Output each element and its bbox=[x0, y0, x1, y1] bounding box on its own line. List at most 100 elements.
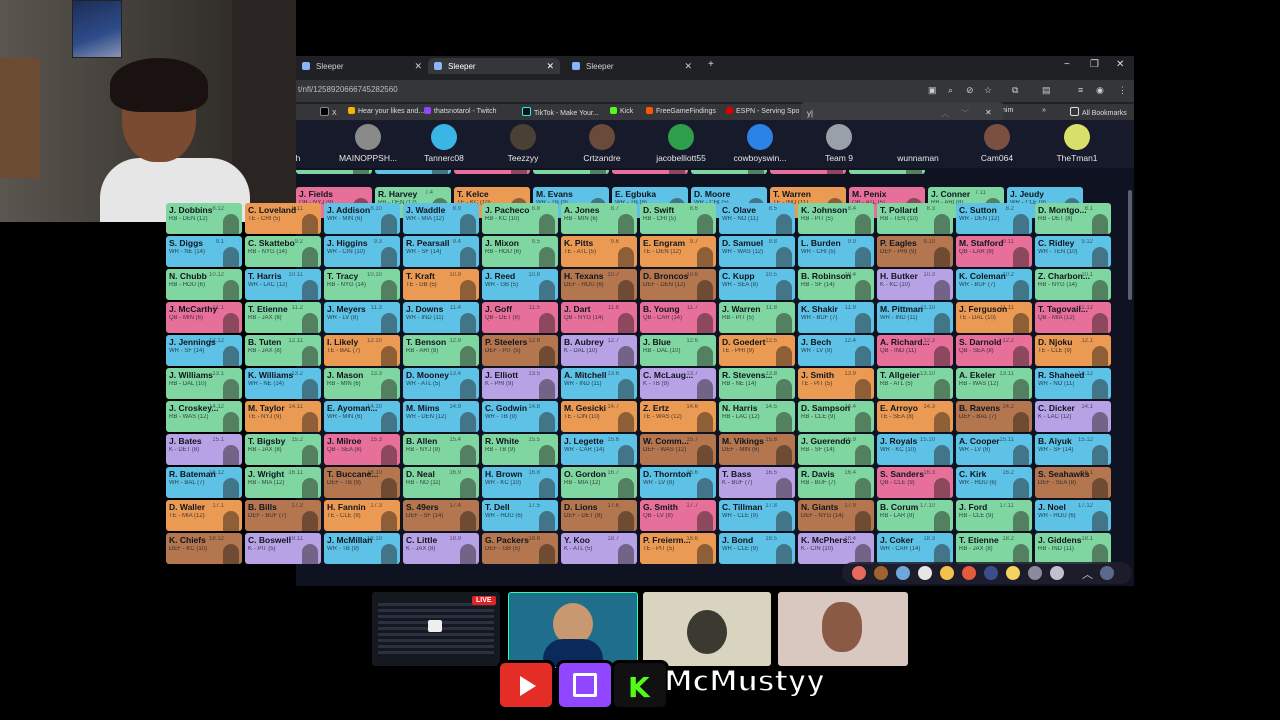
draft-pick-cell[interactable]: K. Coleman WR - BUF (7) 10.2 bbox=[956, 269, 1032, 300]
draft-pick-cell[interactable]: RB - PHI (9) bbox=[691, 170, 767, 174]
team-column-header[interactable]: Tannerc08 bbox=[404, 124, 484, 163]
draft-pick-cell[interactable]: D. Montgo... RB - DET (8) 8.1 bbox=[1035, 203, 1111, 234]
draft-pick-cell[interactable]: O. Gordon RB - MIA (12) 16.7 bbox=[561, 467, 637, 498]
reaction-emoji-icon[interactable] bbox=[984, 566, 998, 580]
draft-pick-cell[interactable]: C. Godwin WR - TB (9) 14.8 bbox=[482, 401, 558, 432]
draft-pick-cell[interactable]: T. Benson RB - ARI (8) 12.9 bbox=[403, 335, 479, 366]
draft-pick-cell[interactable]: C. Tillman WR - CLE (9) 17.8 bbox=[719, 500, 795, 531]
draft-pick-cell[interactable]: M. Gesicki TE - CIN (10) 14.7 bbox=[561, 401, 637, 432]
draft-pick-cell[interactable]: J. Smith TE - PIT (5) 13.9 bbox=[798, 368, 874, 399]
draft-pick-cell[interactable]: J. Wright RB - MIA (12) 16.11 bbox=[245, 467, 321, 498]
draft-pick-cell[interactable]: J. Higgins WR - CIN (10) 9.3 bbox=[324, 236, 400, 267]
reaction-emoji-icon[interactable] bbox=[1100, 566, 1114, 580]
draft-pick-cell[interactable]: N. Harris RB - LAC (12) 14.5 bbox=[719, 401, 795, 432]
draft-pick-cell[interactable]: K. Williams WR - NE (14) 13.2 bbox=[245, 368, 321, 399]
draft-pick-cell[interactable]: L. Burden WR - CHI (5) 9.9 bbox=[798, 236, 874, 267]
draft-pick-cell[interactable]: J. Milroe QB - SEA (8) 15.3 bbox=[324, 434, 400, 465]
draft-pick-cell[interactable]: R. Bateman WR - BAL (7) 16.12 bbox=[166, 467, 242, 498]
draft-pick-cell[interactable]: G. Packers DEF - GB (5) 18.8 bbox=[482, 533, 558, 564]
draft-pick-cell[interactable]: B. Aubrey K - DAL (10) 12.7 bbox=[561, 335, 637, 366]
draft-pick-cell[interactable]: QB - SF (14) bbox=[454, 170, 530, 174]
draft-pick-cell[interactable]: S. 49ers DEF - SF (14) 17.4 bbox=[403, 500, 479, 531]
bookmark-kick[interactable]: Kick bbox=[610, 107, 633, 115]
url-text[interactable]: t/nfl/1258920666745282560 bbox=[298, 85, 398, 94]
draft-pick-cell[interactable]: J. Downs WR - IND (11) 11.4 bbox=[403, 302, 479, 333]
draft-pick-cell[interactable]: J. Waddle WR - MIA (12) 8.9 bbox=[403, 203, 479, 234]
draft-pick-cell[interactable]: T. Dell WR - HOU (6) 17.5 bbox=[482, 500, 558, 531]
draft-pick-cell[interactable]: J. Mixon RB - HOU (6) 9.5 bbox=[482, 236, 558, 267]
draft-pick-cell[interactable]: T. Bigsby RB - JAX (8) 15.2 bbox=[245, 434, 321, 465]
draft-pick-cell[interactable]: E. Ayoman... WR - MIN (6) 14.10 bbox=[324, 401, 400, 432]
draft-pick-cell[interactable]: J. McCarthy QB - MIN (6) 11.1 bbox=[166, 302, 242, 333]
draft-pick-cell[interactable]: S. Sanders QB - CLE (9) 16.3 bbox=[877, 467, 953, 498]
draft-pick-cell[interactable]: J. McMillan WR - TB (9) 18.10 bbox=[324, 533, 400, 564]
draft-pick-cell[interactable]: H. Texans DEF - HOU (6) 10.7 bbox=[561, 269, 637, 300]
bookmark-twitch[interactable]: thatsnotarol - Twitch bbox=[424, 107, 497, 115]
draft-pick-cell[interactable]: K. Johnson RB - PIT (5) 8.4 bbox=[798, 203, 874, 234]
draft-pick-cell[interactable]: B. Aiyuk WR - SF (14) 15.12 bbox=[1035, 434, 1111, 465]
draft-pick-cell[interactable]: J. Guerendo RB - SF (14) 15.9 bbox=[798, 434, 874, 465]
bookmark-overflow[interactable]: nim bbox=[1002, 107, 1013, 114]
participant-video-1[interactable] bbox=[508, 592, 638, 668]
tab-sleeper-2[interactable]: Sleeper ✕ bbox=[428, 58, 560, 74]
reactions-collapse-icon[interactable]: ︿ bbox=[1082, 566, 1096, 581]
draft-pick-cell[interactable]: C. Kupp WR - SEA (8) 10.5 bbox=[719, 269, 795, 300]
find-close-icon[interactable]: ✕ bbox=[985, 108, 992, 117]
close-tab-icon[interactable]: ✕ bbox=[546, 61, 554, 72]
draft-pick-cell[interactable]: J. Williams RB - DAL (10) 13.1 bbox=[166, 368, 242, 399]
team-column-header[interactable]: jacobelliott55 bbox=[641, 124, 721, 163]
draft-pick-cell[interactable]: J. Reed WR - GB (5) 10.8 bbox=[482, 269, 558, 300]
draft-pick-cell[interactable]: D. Neal RB - NO (11) 16.9 bbox=[403, 467, 479, 498]
team-column-header[interactable]: cowboyswin... bbox=[720, 124, 800, 163]
close-tab-icon[interactable]: ✕ bbox=[684, 61, 692, 72]
draft-pick-cell[interactable]: C. Loveland TE - CHI (5) 8.11 bbox=[245, 203, 321, 234]
draft-pick-cell[interactable]: D. Lions DEF - DET (8) 17.6 bbox=[561, 500, 637, 531]
close-window-icon[interactable]: ✕ bbox=[1116, 59, 1124, 70]
draft-pick-cell[interactable]: J. Bates K - DET (8) 15.1 bbox=[166, 434, 242, 465]
reaction-emoji-icon[interactable] bbox=[874, 566, 888, 580]
sidebar-icon[interactable]: ▤ bbox=[1042, 85, 1051, 96]
find-prev-icon[interactable]: ︿ bbox=[941, 108, 949, 119]
all-bookmarks[interactable]: All Bookmarks bbox=[1070, 107, 1127, 117]
draft-pick-cell[interactable]: J. Jennings WR - SF (14) 12.12 bbox=[166, 335, 242, 366]
reaction-emoji-icon[interactable] bbox=[962, 566, 976, 580]
draft-pick-cell[interactable]: H. Brown WR - KC (10) 16.8 bbox=[482, 467, 558, 498]
draft-pick-cell[interactable]: M. Taylor TE - NYJ (9) 14.11 bbox=[245, 401, 321, 432]
draft-pick-cell[interactable]: B. Young QB - CAR (14) 11.7 bbox=[640, 302, 716, 333]
draft-pick-cell[interactable]: K. McPhers... K - CIN (10) 18.4 bbox=[798, 533, 874, 564]
minimize-icon[interactable]: − bbox=[1064, 59, 1070, 70]
bookmarks-more-icon[interactable]: » bbox=[1042, 107, 1046, 114]
draft-pick-cell[interactable]: N. Chubb RB - HOU (6) 10.12 bbox=[166, 269, 242, 300]
draft-pick-cell[interactable]: R. White RB - TB (9) 15.5 bbox=[482, 434, 558, 465]
page-scrollbar[interactable] bbox=[1128, 190, 1132, 300]
reaction-emoji-icon[interactable] bbox=[852, 566, 866, 580]
install-app-icon[interactable]: ▣ bbox=[928, 85, 937, 96]
draft-pick-cell[interactable]: C. McLaug... K - TB (9) 13.7 bbox=[640, 368, 716, 399]
draft-pick-cell[interactable]: J. Meyers WR - LV (8) 11.3 bbox=[324, 302, 400, 333]
draft-pick-cell[interactable]: N. Giants DEF - NYG (14) 17.9 bbox=[798, 500, 874, 531]
reaction-emoji-icon[interactable] bbox=[1028, 566, 1042, 580]
draft-pick-cell[interactable]: T. Kraft TE - GB (5) 10.9 bbox=[403, 269, 479, 300]
draft-pick-cell[interactable]: C. Sutton WR - DEN (12) 8.2 bbox=[956, 203, 1032, 234]
team-column-header[interactable]: Team 9 bbox=[799, 124, 879, 163]
draft-pick-cell[interactable]: J. Legette WR - CAR (14) 15.6 bbox=[561, 434, 637, 465]
draft-pick-cell[interactable]: C. Kirk WR - HOU (6) 16.2 bbox=[956, 467, 1032, 498]
draft-pick-cell[interactable]: D. Broncos DEF - DEN (12) 10.6 bbox=[640, 269, 716, 300]
draft-pick-cell[interactable]: J. Dobbins RB - DEN (12) 8.12 bbox=[166, 203, 242, 234]
draft-pick-cell[interactable]: I. Likely TE - BAL (7) 12.10 bbox=[324, 335, 400, 366]
draft-pick-cell[interactable]: J. Addison WR - MIN (6) 8.10 bbox=[324, 203, 400, 234]
draft-pick-cell[interactable]: E. Engram TE - DEN (12) 9.7 bbox=[640, 236, 716, 267]
draft-pick-cell[interactable]: J. Dart QB - NYG (14) 11.6 bbox=[561, 302, 637, 333]
draft-pick-cell[interactable]: T. Etienne RB - JAX (8) 18.2 bbox=[956, 533, 1032, 564]
draft-pick-cell[interactable]: T. Etienne RB - JAX (8) 11.2 bbox=[245, 302, 321, 333]
close-tab-icon[interactable]: ✕ bbox=[414, 61, 422, 72]
tab-sleeper-3[interactable]: Sleeper ✕ bbox=[566, 58, 698, 74]
draft-pick-cell[interactable]: Y. Koo K - ATL (5) 18.7 bbox=[561, 533, 637, 564]
draft-pick-cell[interactable]: J. Blue RB - DAL (10) 12.6 bbox=[640, 335, 716, 366]
draft-pick-cell[interactable]: B. Allen RB - NYJ (9) 15.4 bbox=[403, 434, 479, 465]
reaction-emoji-icon[interactable] bbox=[918, 566, 932, 580]
draft-pick-cell[interactable]: J. Croskey... RB - WAS (12) 14.12 bbox=[166, 401, 242, 432]
bookmark-likes[interactable]: Hear your likes and... bbox=[348, 107, 424, 115]
reaction-emoji-icon[interactable] bbox=[1050, 566, 1064, 580]
draft-pick-cell[interactable]: D. Mooney WR - ATL (5) 13.4 bbox=[403, 368, 479, 399]
